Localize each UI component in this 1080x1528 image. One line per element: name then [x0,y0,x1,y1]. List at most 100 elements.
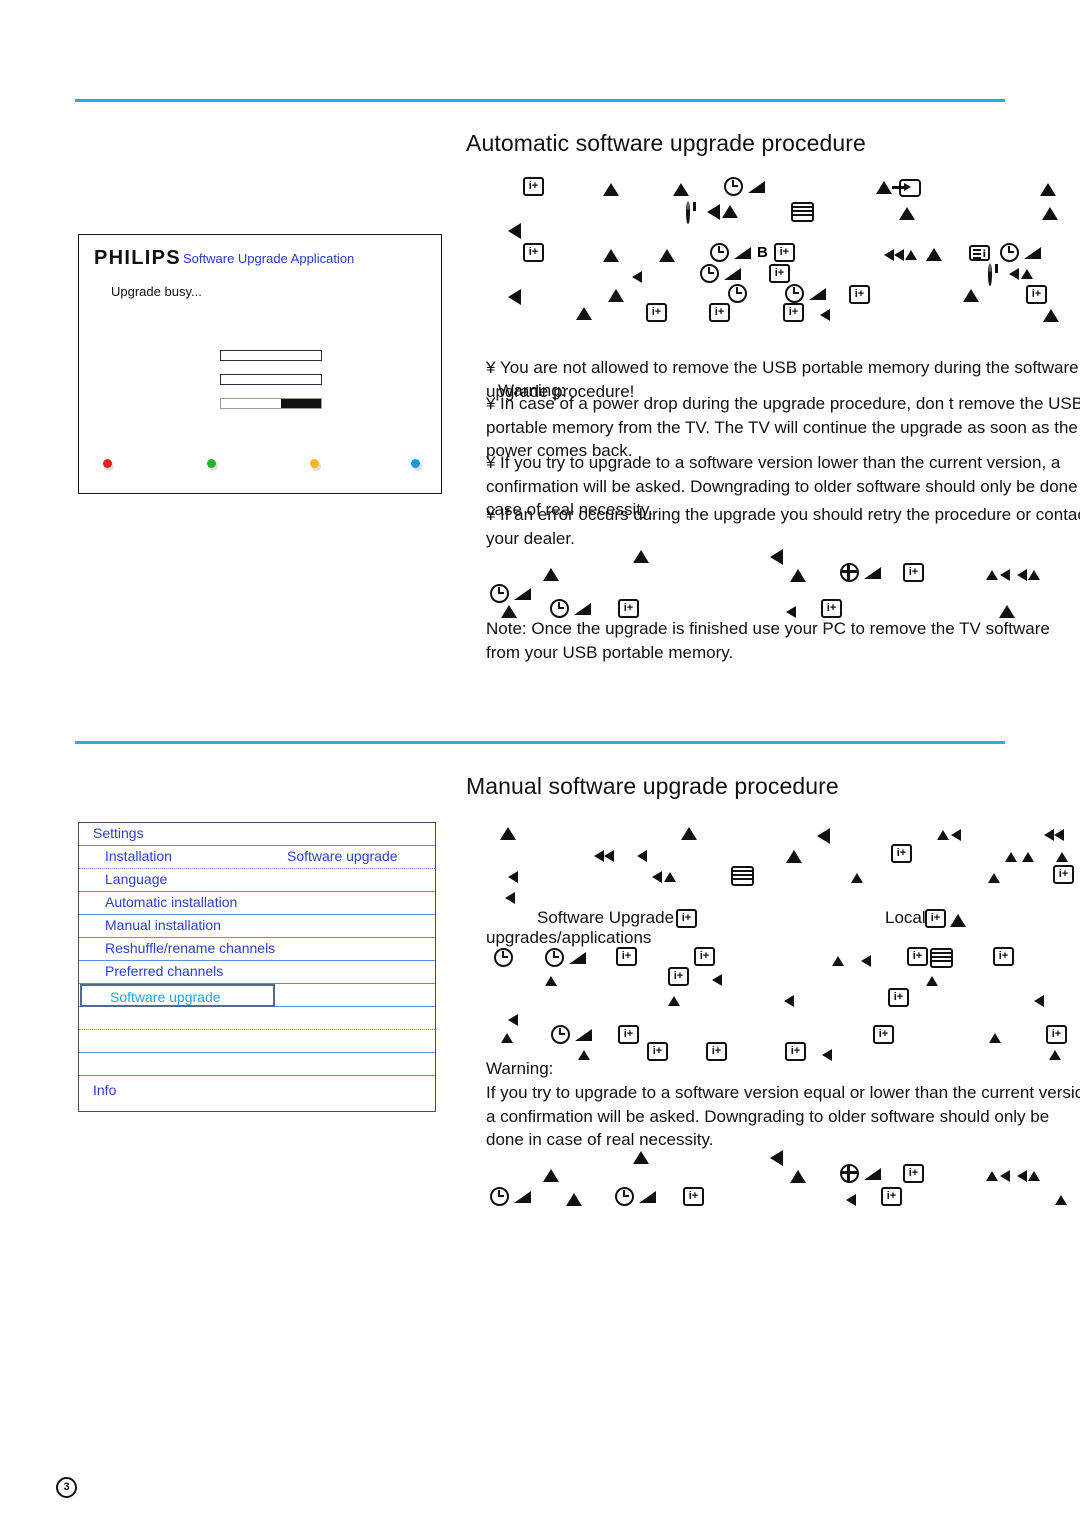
clock-icon [615,1187,634,1206]
volume-wedge-icon [639,1190,656,1203]
triangle-up-icon [790,1170,806,1183]
color-key-dot-yellow [310,459,319,468]
triangle-up-icon [673,183,689,196]
menu-item-manual-installation: Manual installation [105,917,221,933]
triangle-left-icon [770,548,783,565]
info-plus-icon: i+ [647,1042,668,1061]
triangle-up-icon [633,1151,649,1164]
color-key-dot-red [103,459,112,468]
volume-wedge-icon [734,246,751,259]
philips-logo: PHILIPS [94,247,181,269]
selection-highlight-box[interactable]: Software upgrade [80,984,275,1007]
input-source-icon [892,178,921,197]
menu-row-manual-installation[interactable]: Manual installation [79,915,435,938]
triangle-up-icon [603,183,619,196]
clock-icon [1000,243,1019,262]
triangle-left-icon [884,248,894,261]
triangle-up-icon [986,1170,998,1181]
triangle-up-icon [786,850,802,863]
info-plus-icon: i+ [903,563,924,582]
triangle-up-icon-wrap [950,910,966,929]
progress-bar-3 [220,398,322,409]
triangle-left-icon [1000,1169,1010,1182]
divider-rule-top [75,99,1005,102]
triangle-left-icon [508,288,521,305]
triangle-left-icon [604,849,614,862]
triangle-up-icon [681,827,697,840]
menu-row-installation[interactable]: Installation Software upgrade [79,846,435,869]
triangle-up-icon [603,249,619,262]
menu-row-settings[interactable]: Settings [79,823,435,846]
triangle-left-icon [817,827,830,844]
triangle-up-icon [668,995,680,1006]
manual-warning-text: If you try to upgrade to a software vers… [486,1083,1080,1149]
bullet-marker: ¥ [486,394,496,413]
info-plus-icon: i+ [683,1187,704,1206]
triangle-up-icon [790,569,806,582]
software-upgrade-application-dialog: PHILIPS Software Upgrade Application Upg… [78,234,442,494]
triangle-up-icon [989,1032,1001,1043]
menu-row-software-upgrade-selected[interactable]: Software upgrade [79,984,435,1007]
menu-row-reshuffle-rename-channels[interactable]: Reshuffle/rename channels [79,938,435,961]
menu-row-blank-1 [79,1007,435,1030]
triangle-up-icon [899,207,915,220]
menu-row-automatic-installation[interactable]: Automatic installation [79,892,435,915]
info-plus-icon: i+ [668,967,689,986]
menu-row-language[interactable]: Language [79,869,435,892]
clock-icon [724,177,743,196]
triangle-left-icon [508,870,518,883]
volume-wedge-icon [748,180,765,193]
triangle-left-icon [822,1048,832,1061]
info-plus-icon: i+ [709,303,730,322]
clock-icon [550,599,569,618]
label-local: Local [885,908,926,927]
triangle-up-icon [545,975,557,986]
info-plus-icon: i+ [907,947,928,966]
menu-item-software-upgrade: Software upgrade [110,989,221,1005]
triangle-left-icon [1009,267,1019,280]
clock-icon [490,1187,509,1206]
clock-icon [545,948,564,967]
triangle-up-icon [1022,851,1034,862]
menu-row-blank-3 [79,1053,435,1076]
triangle-left-icon [1034,994,1044,1007]
clock-icon [728,284,747,303]
triangle-left-icon [1044,828,1054,841]
info-plus-icon-wrap: i+ [925,908,946,928]
triangle-left-icon [1000,568,1010,581]
volume-wedge-icon [724,267,741,280]
info-plus-icon: i+ [821,599,842,618]
bullet-marker: ¥ [486,358,496,377]
menu-item-reshuffle-rename-channels: Reshuffle/rename channels [105,940,276,956]
triangle-up-icon [501,1032,513,1043]
info-plus-icon: i+ [1026,285,1047,304]
triangle-up-icon [664,871,676,882]
info-plus-icon: i+ [925,909,946,928]
automatic-note: Note: Once the upgrade is finished use y… [486,619,1055,662]
color-key-dot-green [207,459,216,468]
menu-item-installation: Installation [105,848,172,864]
menu-item-info: Info [93,1082,117,1098]
menu-row-preferred-channels[interactable]: Preferred channels [79,961,435,984]
tv-settings-menu[interactable]: Settings Installation Software upgrade L… [78,822,436,1112]
heading-automatic-upgrade: Automatic software upgrade procedure [466,130,866,156]
info-plus-icon: i+ [616,947,637,966]
info-plus-icon: i+ [873,1025,894,1044]
menu-info-icon: i [969,244,990,261]
triangle-left-icon [652,870,662,883]
info-plus-icon: i+ [1053,865,1074,884]
volume-wedge-icon [575,1028,592,1041]
triangle-up-icon [876,181,892,194]
triangle-up-icon [1028,1170,1040,1181]
info-plus-icon: i+ [523,243,544,262]
bullet-marker: ¥ [486,505,496,524]
triangle-up-icon [963,289,979,302]
triangle-left-icon [770,1149,783,1166]
triangle-left-icon [637,849,647,862]
triangle-left-icon [786,605,796,618]
triangle-left-icon [594,849,604,862]
menu-row-info[interactable]: Info [79,1076,435,1099]
triangle-up-icon [576,307,592,320]
triangle-up-icon [1049,1049,1061,1060]
info-plus-icon: i+ [706,1042,727,1061]
